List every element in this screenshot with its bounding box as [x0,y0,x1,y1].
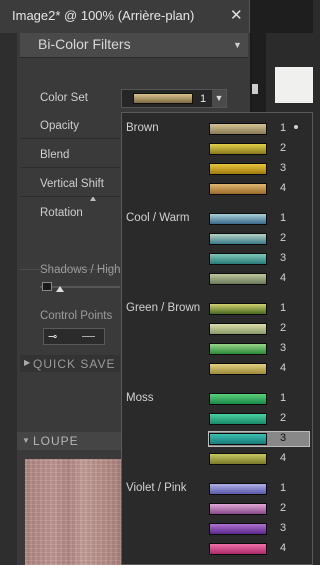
color-swatch[interactable] [209,363,267,375]
color-swatch[interactable] [209,123,267,135]
color-set-option-number[interactable]: 3 [280,162,286,174]
color-set-option-number[interactable]: 2 [280,322,286,334]
shadows-highlights-label: Shadows / Highli [40,264,126,276]
quick-save-label: QUICK SAVE [33,357,116,371]
color-swatch[interactable] [209,323,267,335]
color-set-option-number[interactable]: 1 [280,122,286,134]
color-swatch[interactable] [209,523,267,535]
color-group-label: Violet / Pink [126,482,187,494]
color-group-label: Cool / Warm [126,212,190,224]
color-swatch[interactable] [209,163,267,175]
loupe-label: LOUPE [33,434,79,448]
color-set-option-number[interactable]: 2 [280,412,286,424]
color-swatch[interactable] [209,393,267,405]
chevron-down-icon[interactable]: ▼ [233,40,243,50]
chevron-down-icon[interactable]: ▼ [22,436,30,445]
shadows-color-swatch[interactable] [42,282,52,291]
panel-title: Bi-Color Filters [38,36,131,52]
color-swatch[interactable] [209,503,267,515]
color-set-label: Color Set [40,92,88,104]
color-set-option-number[interactable]: 1 [280,302,286,314]
shadows-slider-track[interactable] [40,286,120,288]
color-group-label: Green / Brown [126,302,201,314]
rotation-label: Rotation [40,207,83,219]
canvas-preview [275,67,313,103]
color-swatch[interactable] [209,343,267,355]
color-group-label: Moss [126,392,154,404]
color-swatch[interactable] [209,543,267,555]
color-set-option-number[interactable]: 4 [280,452,286,464]
color-set-option-number[interactable]: 1 [280,392,286,404]
blend-label: Blend [40,149,70,161]
color-swatch[interactable] [209,413,267,425]
color-swatch[interactable] [209,183,267,195]
color-set-option-number[interactable]: 4 [280,542,286,554]
color-group-label: Brown [126,122,159,134]
color-swatch[interactable] [209,433,267,445]
color-set-option-number[interactable]: 3 [280,522,286,534]
color-set-number: 1 [200,93,207,105]
control-points-label: Control Points [40,310,113,322]
color-set-option-number[interactable]: 4 [280,182,286,194]
color-set-option-number[interactable]: 3 [280,252,286,264]
add-control-point-icon[interactable]: ⊸ [48,330,57,343]
divider [20,138,120,139]
loupe-preview [25,459,121,565]
canvas-scroll-marker [252,84,258,94]
document-tab-title: Image2* @ 100% (Arrière-plan) [12,8,195,23]
color-set-dropdown [121,112,313,565]
shadows-slider-handle[interactable] [56,286,64,292]
color-set-option-number[interactable]: 2 [280,232,286,244]
opacity-label: Opacity [40,120,79,132]
color-set-option-number[interactable]: 1 [280,212,286,224]
vertical-shift-label: Vertical Shift [40,178,104,190]
close-icon[interactable]: ✕ [230,6,243,24]
color-set-option-number[interactable]: 2 [280,142,286,154]
color-set-option-number[interactable]: 4 [280,272,286,284]
color-swatch[interactable] [209,253,267,265]
panel-left-gutter [0,33,17,565]
color-swatch[interactable] [209,483,267,495]
chevron-right-icon[interactable]: ▶ [24,358,30,367]
color-swatch[interactable] [209,143,267,155]
color-set-option-number[interactable]: 3 [280,342,286,354]
divider [20,196,120,197]
remove-control-point-icon[interactable]: — [82,328,95,343]
color-set-option-number[interactable]: 1 [280,482,286,494]
color-swatch[interactable] [209,213,267,225]
color-swatch[interactable] [209,273,267,285]
color-set-option-number[interactable]: 4 [280,362,286,374]
chevron-down-icon[interactable]: ▼ [212,90,226,107]
divider [20,167,120,168]
color-set-option-number[interactable]: 2 [280,502,286,514]
color-swatch[interactable] [209,233,267,245]
color-set-option-number[interactable]: 3 [280,432,286,444]
color-set-swatch [133,93,193,104]
color-swatch[interactable] [209,303,267,315]
color-swatch[interactable] [209,453,267,465]
current-selection-dot [294,125,298,129]
